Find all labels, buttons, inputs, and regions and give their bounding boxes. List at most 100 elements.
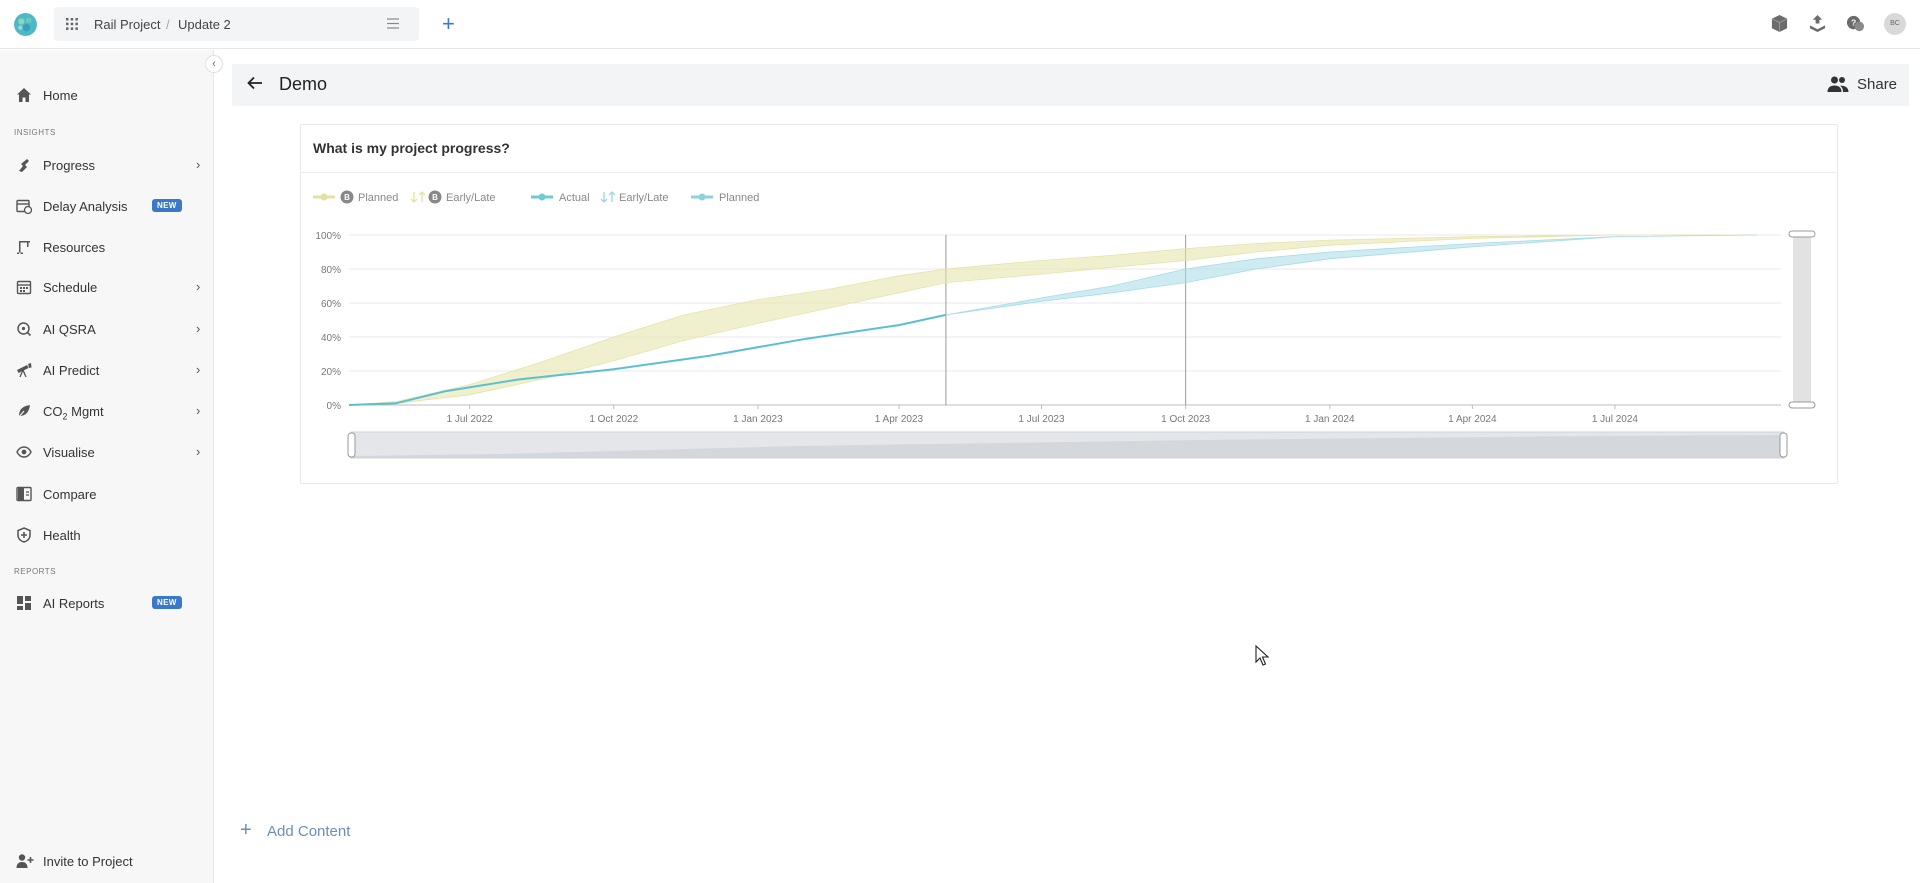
sidebar-item-schedule[interactable]: Schedule ›: [0, 272, 214, 302]
schedule-icon: [16, 280, 32, 295]
chevron-right-icon: ›: [196, 157, 201, 172]
legend-label: Early/Late: [619, 192, 669, 204]
arrow-up-icon: [608, 191, 616, 202]
progress-chart-card: What is my project progress? B Planned B Ea…: [300, 124, 1838, 484]
calendar-clock-icon: [16, 199, 32, 214]
legend-dot: [320, 193, 328, 201]
sidebar-item-label: Schedule: [43, 280, 98, 295]
sidebar-item-label: Delay Analysis: [43, 199, 128, 214]
progress-icon: [19, 159, 29, 172]
arrow-up-icon: [418, 191, 426, 202]
sidebar-item-label: Home: [43, 88, 78, 103]
help-chat-icon[interactable]: ?: [1846, 14, 1865, 33]
sidebar-collapse-button[interactable]: ‹: [205, 55, 223, 73]
dashboard-icon: [17, 596, 31, 610]
upload-stack-icon[interactable]: [1808, 14, 1827, 33]
new-badge: NEW: [152, 596, 182, 609]
sidebar-item-compare[interactable]: Compare: [0, 479, 214, 509]
y-slider-handle-bottom: [1788, 401, 1816, 409]
card-header: What is my project progress?: [301, 125, 1837, 173]
add-content-label: Add Content: [267, 823, 351, 840]
y-tick-label: 100%: [315, 231, 341, 242]
app-logo-icon[interactable]: [13, 12, 38, 37]
chevron-right-icon: ›: [196, 403, 201, 418]
apps-grid-icon[interactable]: [66, 18, 78, 30]
breadcrumb-update[interactable]: Update 2: [178, 17, 231, 32]
chevron-right-icon: ›: [196, 444, 201, 459]
invite-label: Invite to Project: [43, 854, 133, 869]
baseline-badge-label: B: [432, 193, 438, 202]
sidebar-item-label: AI Predict: [43, 363, 100, 378]
sidebar-item-health[interactable]: Health: [0, 520, 214, 550]
x-tick-label: 1 Jul 2022: [447, 414, 494, 425]
x-tick-label: 1 Apr 2023: [875, 414, 924, 425]
invite-to-project-button[interactable]: Invite to Project: [0, 848, 214, 876]
sidebar-item-co2-mgmt[interactable]: CO2 Mgmt ›: [0, 396, 214, 426]
crane-icon: [17, 241, 30, 254]
legend-dot: [538, 193, 546, 201]
card-title: What is my project progress?: [313, 140, 510, 156]
section-label-insights: INSIGHTS: [14, 128, 56, 137]
legend-label: Early/Late: [446, 192, 496, 204]
page-header: Demo Share: [232, 64, 1909, 106]
y-tick-label: 20%: [321, 367, 341, 378]
breadcrumb-project[interactable]: Rail Project: [94, 17, 160, 32]
sidebar-item-home[interactable]: Home: [0, 80, 214, 110]
sidebar-item-label: AI Reports: [43, 596, 105, 611]
sidebar-item-label: Health: [43, 528, 81, 543]
x-tick-label: 1 Apr 2024: [1448, 414, 1497, 425]
home-icon: [17, 88, 31, 102]
sidebar-item-ai-qsra[interactable]: AI QSRA ›: [0, 314, 214, 344]
sidebar-item-visualise[interactable]: Visualise ›: [0, 437, 214, 467]
mouse-cursor-icon: [1255, 645, 1269, 666]
qsra-icon: [17, 322, 32, 337]
back-arrow-icon[interactable]: [246, 74, 264, 92]
sidebar-item-resources[interactable]: Resources: [0, 232, 214, 262]
box-icon[interactable]: [1770, 14, 1789, 33]
x-tick-label: 1 Jan 2024: [1305, 414, 1355, 425]
sidebar-item-label: Resources: [43, 240, 106, 255]
y-tick-label: 80%: [321, 265, 341, 276]
people-icon[interactable]: [1827, 75, 1849, 95]
sidebar-item-ai-predict[interactable]: AI Predict ›: [0, 355, 214, 385]
legend-label: Planned: [719, 192, 759, 204]
sidebar-item-ai-reports[interactable]: AI Reports NEW: [0, 588, 214, 618]
legend-item: Early/Late: [600, 191, 669, 204]
baseline-badge-label: B: [344, 193, 350, 202]
sidebar-item-label: CO2 Mgmt: [43, 404, 104, 422]
x-slider-handle-right: [1779, 432, 1788, 458]
leaf-icon: [17, 405, 30, 419]
x-tick-label: 1 Jul 2024: [1592, 414, 1639, 425]
legend-item: B Planned: [313, 190, 398, 204]
eye-icon: [16, 446, 32, 458]
legend-item: B Early/Late: [410, 190, 496, 204]
progress-chart: B Planned B Early/Late Actual Early/Late Plann…: [313, 190, 1816, 459]
y-tick-label: 60%: [321, 299, 341, 310]
sidebar-item-progress[interactable]: Progress ›: [0, 150, 214, 180]
x-tick-label: 1 Oct 2022: [589, 414, 638, 425]
plus-icon: +: [240, 819, 252, 841]
top-bar: Rail Project / Update 2 + ? BC: [0, 0, 1920, 49]
project-selector[interactable]: Rail Project / Update 2: [54, 7, 419, 41]
x-slider-handle-left: [347, 432, 356, 458]
x-tick-label: 1 Jul 2023: [1018, 414, 1065, 425]
y-slider-handle-top: [1788, 230, 1816, 238]
x-tick-label: 1 Oct 2023: [1161, 414, 1210, 425]
planned-baseline-band: [348, 234, 1758, 406]
add-user-icon: [16, 854, 34, 868]
menu-lines-icon[interactable]: [387, 18, 399, 29]
new-badge: NEW: [152, 199, 182, 212]
page-title: Demo: [279, 74, 328, 94]
legend-item: Actual: [531, 192, 590, 204]
user-avatar[interactable]: BC: [1884, 13, 1906, 35]
sidebar-item-label: AI QSRA: [43, 322, 96, 337]
telescope-icon: [17, 363, 32, 378]
breadcrumb-separator: /: [166, 17, 170, 32]
legend-label: Planned: [358, 192, 398, 204]
x-tick-label: 1 Jan 2023: [733, 414, 783, 425]
chevron-right-icon: ›: [196, 321, 201, 336]
share-button[interactable]: Share: [1857, 76, 1897, 93]
arrow-down-icon: [410, 192, 418, 203]
add-tab-button[interactable]: +: [442, 12, 455, 36]
sidebar-item-delay-analysis[interactable]: Delay Analysis NEW: [0, 191, 214, 221]
